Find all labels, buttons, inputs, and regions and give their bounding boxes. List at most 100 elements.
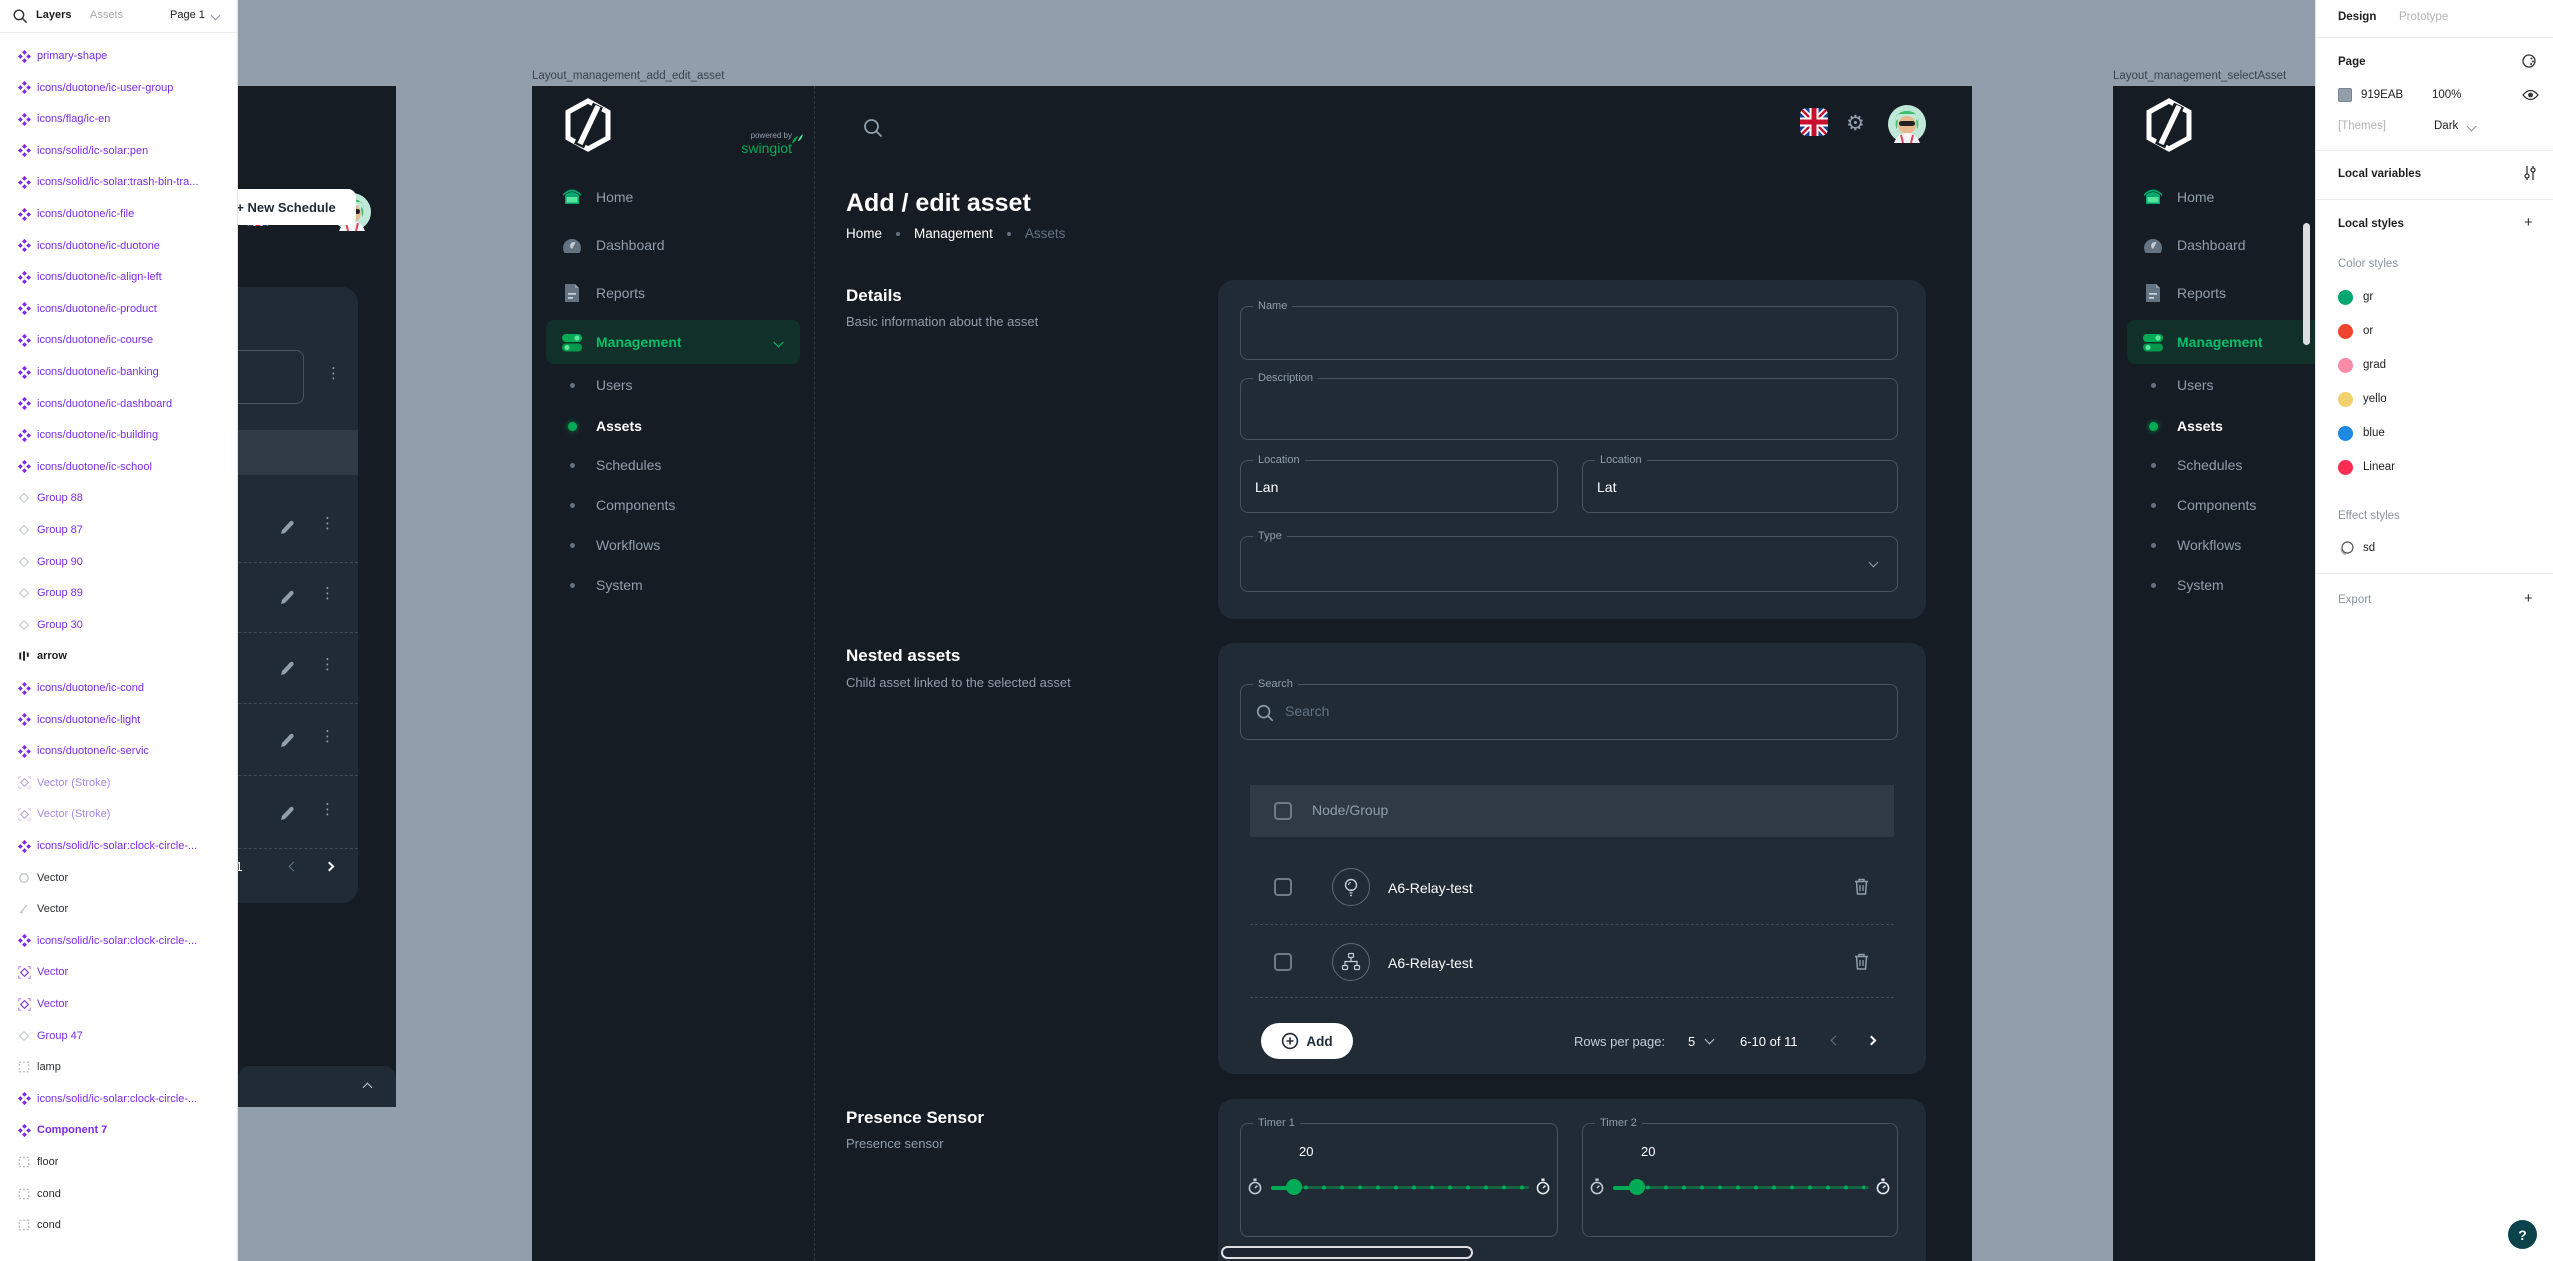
nested-asset-row[interactable]: A6-Relay-test bbox=[1250, 925, 1894, 998]
tab-design[interactable]: Design bbox=[2338, 11, 2376, 23]
variables-filter-icon[interactable] bbox=[2523, 165, 2537, 181]
sidebar-nav-item[interactable]: Assets bbox=[546, 408, 800, 444]
timer1-slider-thumb[interactable] bbox=[1286, 1179, 1302, 1195]
layer-row[interactable]: icons/duotone/ic-align-left bbox=[0, 261, 238, 293]
color-style-item[interactable]: grad bbox=[2316, 356, 2553, 376]
edit-pencil-icon[interactable] bbox=[278, 732, 296, 750]
schedule-row[interactable]: ⋮ bbox=[238, 634, 358, 704]
sidebar-nav-item[interactable]: Schedules bbox=[546, 447, 800, 483]
sidebar-nav-item[interactable]: Schedules bbox=[2127, 447, 2315, 483]
tab-layers[interactable]: Layers bbox=[36, 9, 71, 21]
sidebar-nav-item[interactable]: Dashboard bbox=[546, 225, 800, 265]
layer-row[interactable]: icons/duotone/ic-school bbox=[0, 451, 238, 483]
sidebar-nav-item[interactable]: Management bbox=[2127, 320, 2315, 364]
frame-main[interactable]: powered by swingiot ⚙ bbox=[532, 86, 1972, 1261]
layer-row[interactable]: icons/duotone/ic-building bbox=[0, 419, 238, 451]
canvas-vertical-scrollbar[interactable] bbox=[2303, 223, 2310, 345]
kebab-menu-icon[interactable]: ⋮ bbox=[320, 807, 335, 813]
layer-row[interactable]: icons/duotone/ic-course bbox=[0, 324, 238, 356]
frame-label-main[interactable]: Layout_management_add_edit_asset bbox=[532, 70, 724, 82]
layer-row[interactable]: icons/duotone/ic-cond bbox=[0, 672, 238, 704]
sidebar-nav-item[interactable]: Components bbox=[546, 487, 800, 523]
collapse-footer-bar[interactable] bbox=[238, 1066, 396, 1107]
layer-row[interactable]: Vector (Stroke) bbox=[0, 767, 238, 799]
pagination-prev-icon[interactable] bbox=[289, 862, 299, 872]
breadcrumb-home[interactable]: Home bbox=[846, 226, 882, 241]
frame-right[interactable]: powered by swingiot Home Dashboard bbox=[2113, 86, 2315, 1261]
layer-row[interactable]: cond bbox=[0, 1209, 238, 1241]
trash-icon[interactable] bbox=[1853, 877, 1870, 896]
edit-pencil-icon[interactable] bbox=[278, 805, 296, 823]
layer-row[interactable]: icons/duotone/ic-banking bbox=[0, 356, 238, 388]
layer-row[interactable]: Group 47 bbox=[0, 1020, 238, 1052]
sidebar-nav-item[interactable]: Reports bbox=[546, 273, 800, 313]
layer-row[interactable]: icons/duotone/ic-file bbox=[0, 198, 238, 230]
layer-row[interactable]: Group 87 bbox=[0, 514, 238, 546]
layer-row[interactable]: arrow bbox=[0, 640, 238, 672]
effect-style-item[interactable]: sd bbox=[2338, 540, 2538, 560]
add-export-button[interactable]: + bbox=[2524, 590, 2533, 607]
layer-row[interactable]: Group 88 bbox=[0, 482, 238, 514]
layer-row[interactable]: icons/solid/ic-solar:clock-circle-... bbox=[0, 925, 238, 957]
description-field[interactable]: Description bbox=[1240, 378, 1898, 440]
layer-row[interactable]: icons/duotone/ic-duotone bbox=[0, 230, 238, 262]
sidebar-nav-item[interactable]: Users bbox=[2127, 367, 2315, 403]
edit-pencil-icon[interactable] bbox=[278, 660, 296, 678]
edit-pencil-icon[interactable] bbox=[278, 519, 296, 537]
location-lan-field[interactable]: Location Lan bbox=[1240, 460, 1558, 513]
eye-icon[interactable] bbox=[2522, 88, 2539, 102]
sidebar-nav-item[interactable]: Dashboard bbox=[2127, 225, 2315, 265]
layer-row[interactable]: lamp bbox=[0, 1051, 238, 1083]
kebab-menu-icon[interactable]: ⋮ bbox=[326, 371, 341, 377]
color-style-item[interactable]: blue bbox=[2316, 424, 2553, 444]
page-selector[interactable]: Page 1 bbox=[170, 9, 205, 21]
layer-row[interactable]: icons/duotone/ic-product bbox=[0, 293, 238, 325]
layer-row[interactable]: Vector bbox=[0, 956, 238, 988]
layer-row[interactable]: Group 30 bbox=[0, 609, 238, 641]
new-schedule-button[interactable]: + New Schedule bbox=[238, 189, 356, 225]
kebab-menu-icon[interactable]: ⋮ bbox=[320, 734, 335, 740]
sidebar-nav-item[interactable]: Management bbox=[546, 320, 800, 364]
type-select[interactable]: Type bbox=[1240, 536, 1898, 592]
location-lat-field[interactable]: Location Lat bbox=[1582, 460, 1898, 513]
breadcrumb-management[interactable]: Management bbox=[914, 226, 993, 241]
pagination-next-icon[interactable] bbox=[325, 862, 335, 872]
layer-row[interactable]: Vector (Stroke) bbox=[0, 798, 238, 830]
sidebar-nav-item[interactable]: Assets bbox=[2127, 408, 2315, 444]
sidebar-nav-item[interactable]: Home bbox=[546, 177, 800, 217]
edit-pencil-icon[interactable] bbox=[278, 589, 296, 607]
row-checkbox[interactable] bbox=[1274, 953, 1292, 971]
schedules-filter-field[interactable] bbox=[238, 350, 304, 404]
kebab-menu-icon[interactable]: ⋮ bbox=[320, 591, 335, 597]
layer-row[interactable]: icons/duotone/ic-dashboard bbox=[0, 388, 238, 420]
sidebar-nav-item[interactable]: System bbox=[2127, 567, 2315, 603]
frame-label-right[interactable]: Layout_management_selectAsset bbox=[2113, 70, 2286, 82]
layer-row[interactable]: icons/duotone/ic-user-group bbox=[0, 72, 238, 104]
layer-row[interactable]: Group 90 bbox=[0, 546, 238, 578]
sidebar-nav-item[interactable]: Reports bbox=[2127, 273, 2315, 313]
tab-prototype[interactable]: Prototype bbox=[2399, 11, 2448, 23]
nested-asset-row[interactable]: A6-Relay-test bbox=[1250, 850, 1894, 925]
nested-search-field[interactable]: Search Search bbox=[1240, 684, 1898, 740]
layer-row[interactable]: Component 7 bbox=[0, 1114, 238, 1146]
layer-row[interactable]: icons/duotone/ic-servic bbox=[0, 735, 238, 767]
name-field[interactable]: Name bbox=[1240, 306, 1898, 360]
search-icon[interactable] bbox=[862, 117, 884, 139]
color-style-item[interactable]: or bbox=[2316, 322, 2553, 342]
layer-row[interactable]: Vector bbox=[0, 862, 238, 894]
color-style-item[interactable]: Linear bbox=[2316, 458, 2553, 478]
select-all-checkbox[interactable] bbox=[1274, 802, 1292, 820]
frame-left-partial[interactable]: ⚙ + New Schedule ⋮ ⋮ ⋮ ⋮ ⋮ ⋮ bbox=[238, 86, 396, 1107]
pagination-next-icon[interactable] bbox=[1867, 1036, 1877, 1046]
add-style-button[interactable]: + bbox=[2524, 214, 2533, 231]
layer-row[interactable]: floor bbox=[0, 1146, 238, 1178]
layer-row[interactable]: icons/flag/ic-en bbox=[0, 103, 238, 135]
layer-row[interactable]: icons/duotone/ic-light bbox=[0, 704, 238, 736]
layer-row[interactable]: Vector bbox=[0, 988, 238, 1020]
trash-icon[interactable] bbox=[1853, 952, 1870, 971]
sidebar-nav-item[interactable]: Components bbox=[2127, 487, 2315, 523]
page-color-opacity[interactable]: 100% bbox=[2432, 89, 2461, 101]
layer-row[interactable]: icons/solid/ic-solar:pen bbox=[0, 135, 238, 167]
chevron-up-icon[interactable] bbox=[363, 1083, 373, 1093]
rows-per-page-select[interactable]: 5 bbox=[1688, 1034, 1695, 1049]
